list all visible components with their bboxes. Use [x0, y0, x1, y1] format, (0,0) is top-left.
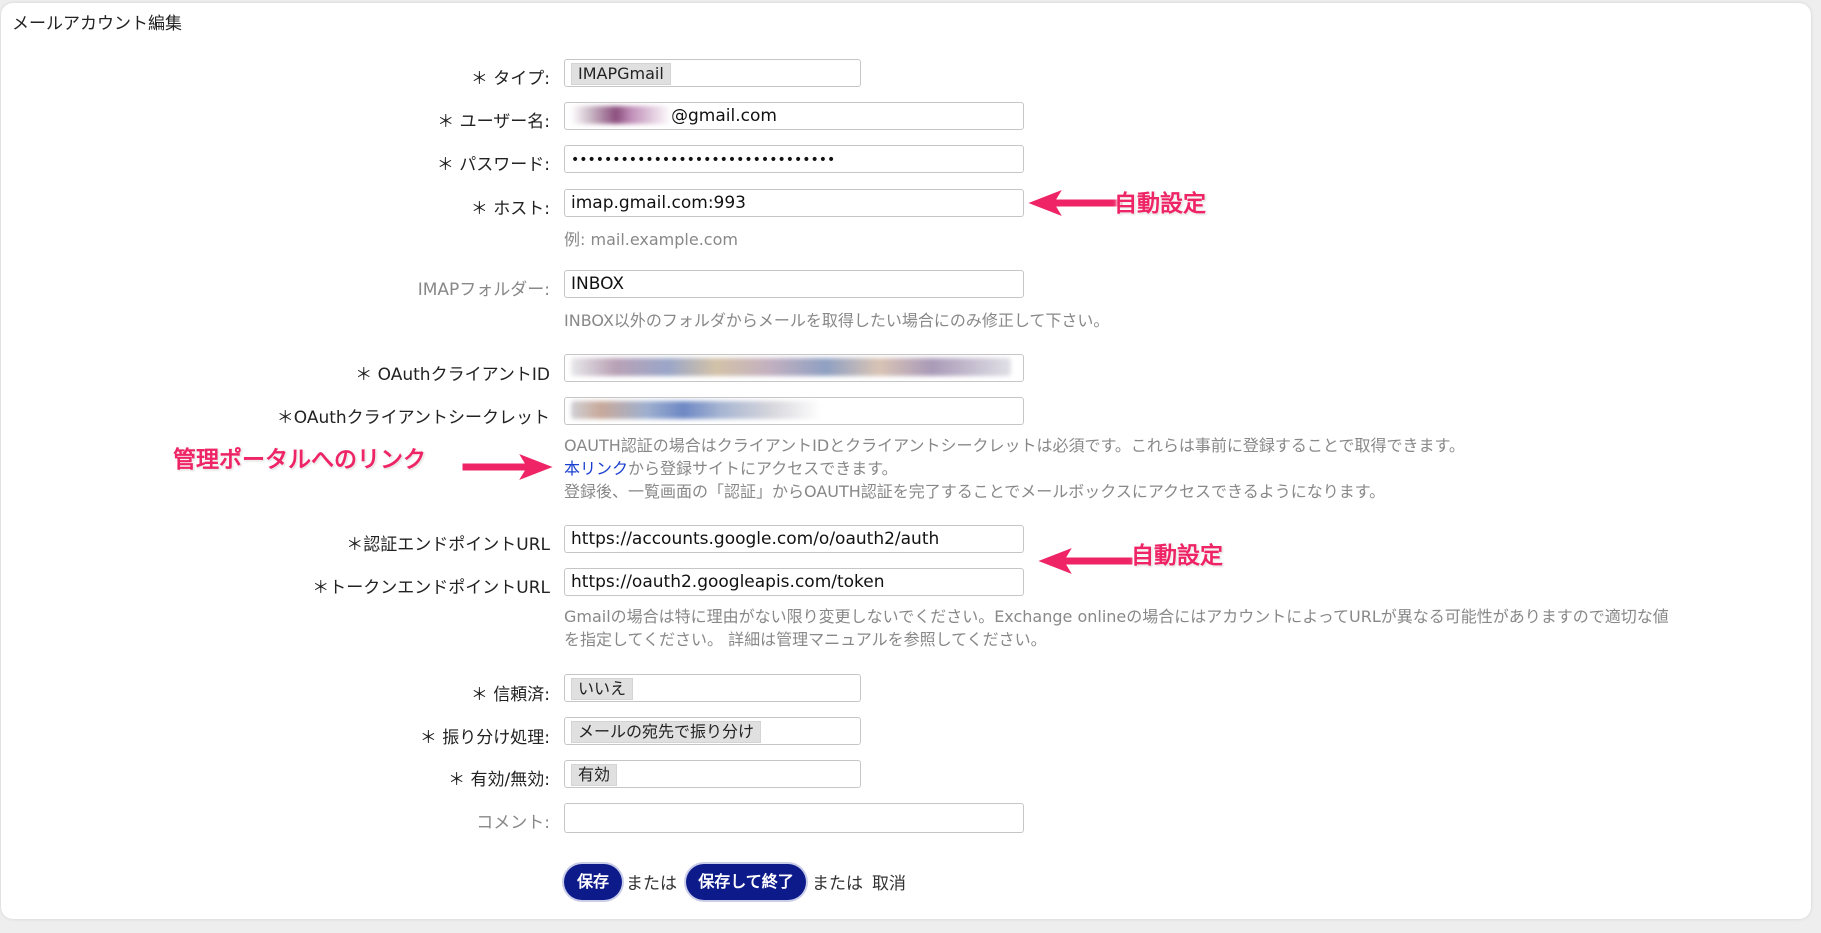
oauth-hint-line2-text: から登録サイトにアクセスできます。 — [628, 459, 898, 478]
password-input[interactable]: •••••••••••••••••••••••••••••••• — [564, 145, 1024, 173]
imap-folder-label: IMAPフォルダー: — [417, 280, 550, 300]
type-label: ＊ タイプ: — [470, 69, 550, 89]
redacted-client-secret — [571, 401, 821, 419]
trusted-select[interactable]: いいえ — [564, 674, 861, 702]
arrow-left-icon — [1025, 188, 1124, 218]
save-button[interactable]: 保存 — [564, 864, 622, 900]
imap-folder-input[interactable]: INBOX — [564, 270, 1024, 298]
host-hint: 例: mail.example.com — [564, 230, 738, 249]
imap-folder-value: INBOX — [571, 274, 625, 294]
token-endpoint-input[interactable]: https://oauth2.googleapis.com/token — [564, 568, 1024, 596]
username-label: ＊ ユーザー名: — [437, 112, 550, 132]
oauth-hint-line1: OAUTH認証の場合はクライアントIDとクライアントシークレットは必須です。これ… — [564, 436, 1465, 455]
dispatch-label: ＊ 振り分け処理: — [419, 728, 550, 748]
valid-value: 有効 — [571, 764, 618, 786]
or-text-1: または — [626, 874, 677, 894]
cancel-link[interactable]: 取消 — [872, 869, 906, 894]
arrow-right-icon — [461, 452, 556, 482]
auth-endpoint-label: ＊認証エンドポイントURL — [346, 535, 550, 555]
password-label: ＊ パスワード: — [436, 155, 550, 175]
trusted-label: ＊ 信頼済: — [470, 685, 550, 705]
comment-label: コメント: — [476, 813, 550, 833]
client-id-label: ＊ OAuthクライアントID — [355, 365, 550, 385]
or-text-2: または — [812, 874, 863, 894]
endpoint-hint-line1: Gmailの場合は特に理由がない限り変更しないでください。Exchange on… — [564, 607, 1669, 626]
username-input[interactable]: @gmail.com — [564, 102, 1024, 130]
trusted-value: いいえ — [571, 678, 634, 700]
save-and-finish-button[interactable]: 保存して終了 — [686, 864, 806, 900]
oauth-hint-line3: 登録後、一覧画面の「認証」からOAUTH認証を完了することでメールボックスにアク… — [564, 482, 1386, 501]
client-secret-input[interactable] — [564, 397, 1024, 425]
type-value: IMAPGmail — [571, 63, 671, 85]
valid-label: ＊ 有効/無効: — [448, 770, 550, 790]
portal-link[interactable]: 本リンク — [564, 459, 628, 478]
comment-input[interactable] — [564, 803, 1024, 833]
page-title: メールアカウント編集 — [12, 14, 182, 34]
host-value: imap.gmail.com:993 — [571, 193, 746, 213]
username-suffix: @gmail.com — [671, 106, 777, 126]
password-value: •••••••••••••••••••••••••••••••• — [571, 152, 836, 168]
dispatch-select[interactable]: メールの宛先で振り分け — [564, 717, 861, 745]
token-endpoint-label: ＊トークンエンドポイントURL — [312, 578, 550, 598]
host-label: ＊ ホスト: — [470, 199, 550, 219]
valid-select[interactable]: 有効 — [564, 760, 861, 788]
imap-folder-hint: INBOX以外のフォルダからメールを取得したい場合にのみ修正して下さい。 — [564, 311, 1110, 330]
client-id-input[interactable] — [564, 354, 1024, 382]
type-select[interactable]: IMAPGmail — [564, 59, 861, 87]
arrow-left-icon — [1035, 546, 1134, 576]
auth-endpoint-value: https://accounts.google.com/o/oauth2/aut… — [571, 529, 940, 549]
redacted-client-id — [571, 358, 1011, 376]
endpoint-hint-line2: を指定してください。 詳細は管理マニュアルを参照してください。 — [564, 630, 1047, 649]
dispatch-value: メールの宛先で振り分け — [571, 721, 762, 743]
auth-endpoint-input[interactable]: https://accounts.google.com/o/oauth2/aut… — [564, 525, 1024, 553]
host-input[interactable]: imap.gmail.com:993 — [564, 189, 1024, 217]
oauth-hint-line2: 本リンクから登録サイトにアクセスできます。 — [564, 458, 898, 480]
annotation-portal-link: 管理ポータルへのリンク — [173, 447, 426, 473]
token-endpoint-value: https://oauth2.googleapis.com/token — [571, 572, 885, 592]
annotation-auto-setting-endpoints: 自動設定 — [1131, 543, 1223, 569]
client-secret-label: ＊OAuthクライアントシークレット — [276, 408, 550, 428]
annotation-auto-setting-host: 自動設定 — [1114, 191, 1206, 217]
redacted-username — [571, 106, 671, 124]
